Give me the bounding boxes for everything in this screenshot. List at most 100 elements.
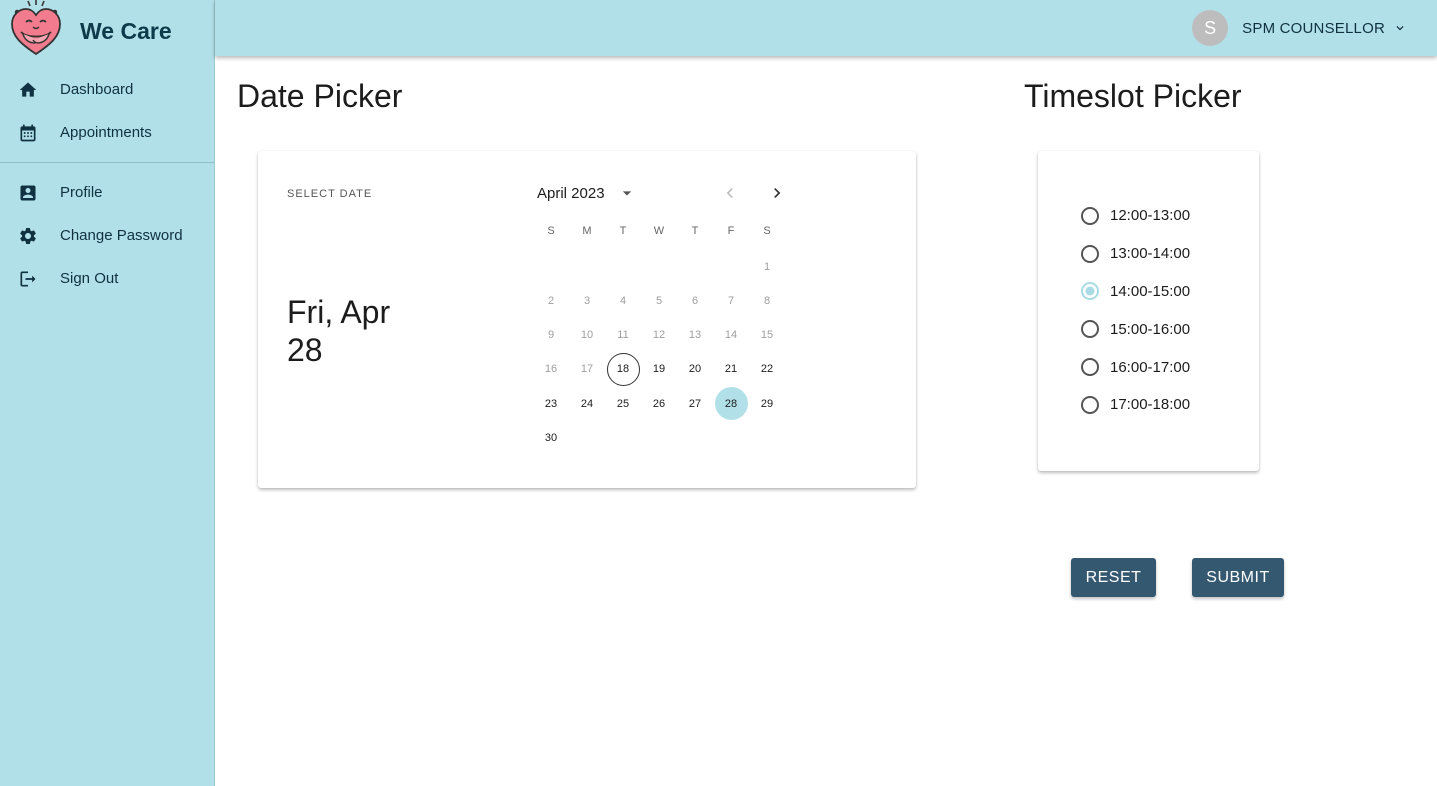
calendar-day: 12 [652,329,666,342]
calendar-day: 16 [544,363,558,376]
calendar-day[interactable]: 27 [679,387,712,420]
weekday-label: S [547,225,555,237]
brand: We Care [0,0,214,62]
calendar-grid: 1 2 3 4 5 6 7 8 9 10 11 12 13 14 15 16 17 18 19 20 21 22 23 24 2… [533,250,785,456]
calendar-day[interactable]: 21 [715,353,748,386]
calendar-day[interactable]: 25 [607,387,640,420]
empty-day-cell [533,250,569,284]
radio-unchecked-icon[interactable] [1080,395,1100,415]
timeslot-option[interactable]: 16:00-17:00 [1080,348,1190,386]
calendar-day: 7 [727,294,735,307]
month-label: April 2023 [537,184,605,202]
next-month-button[interactable] [764,180,790,206]
chevron-down-icon [1393,21,1407,35]
calendar-day: 15 [760,329,774,342]
timeslot-option[interactable]: 17:00-18:00 [1080,386,1190,424]
calendar-day: 3 [583,294,591,307]
sidebar-item-label: Appointments [60,124,152,141]
calendar-day[interactable]: 19 [643,353,676,386]
user-menu[interactable]: S SPM COUNSELLOR [1192,9,1407,47]
sidebar-nav-primary: Dashboard Appointments [0,62,214,154]
top-app-bar: S SPM COUNSELLOR [215,0,1437,56]
date-picker-heading: Date Picker [237,78,403,114]
calendar-day: 17 [580,363,594,376]
calendar-day-selected[interactable]: 28 [714,387,748,421]
sidebar-item-profile[interactable]: Profile [0,171,214,214]
calendar-day[interactable]: 22 [751,353,784,386]
brand-name: We Care [80,17,172,44]
calendar-day[interactable]: 26 [643,387,676,420]
timeslot-label: 17:00-18:00 [1110,396,1191,414]
radio-unchecked-icon[interactable] [1080,244,1100,264]
calendar-day: 1 [763,260,771,273]
empty-day-cell [641,250,677,284]
heart-mascot-logo [8,0,64,58]
calendar-day[interactable]: 24 [571,387,604,420]
timeslot-option[interactable]: 15:00-16:00 [1080,310,1190,348]
timeslot-option[interactable]: 13:00-14:00 [1080,235,1190,273]
empty-day-cell [713,250,749,284]
calendar-day-today[interactable]: 18 [606,352,640,386]
timeslot-option[interactable]: 14:00-15:00 [1080,273,1190,311]
weekday-label: T [691,225,699,237]
calendar-day: 2 [547,294,555,307]
weekday-label: S [763,225,771,237]
calendar-day: 4 [619,294,627,307]
sidebar-item-change-password[interactable]: Change Password [0,214,214,257]
sidebar-item-dashboard[interactable]: Dashboard [0,68,214,111]
timeslot-label: 14:00-15:00 [1110,282,1191,300]
chevron-right-icon [767,183,787,203]
weekday-header: SMTWTFS [533,219,785,243]
timeslot-picker-card: 12:00-13:00 13:00-14:00 14:00-15:00 15:00-1… [1038,151,1259,471]
sidebar: We Care Dashboard Appointments Profile C… [0,0,215,786]
date-picker-card: SELECT DATE Fri, Apr 28 April 2023 S M T W T… [258,151,916,488]
radio-unchecked-icon[interactable] [1080,319,1100,339]
timeslot-label: 15:00-16:00 [1110,320,1191,338]
home-icon [18,80,38,100]
gear-icon [18,226,38,246]
empty-day-cell [605,250,641,284]
sidebar-item-appointments[interactable]: Appointments [0,111,214,154]
radio-checked-icon[interactable] [1080,281,1100,301]
avatar: S [1192,10,1229,46]
month-selector[interactable]: April 2023 [537,180,637,206]
calendar-day: 6 [691,294,699,307]
calendar-day: 13 [688,329,702,342]
calendar-day: 11 [617,329,629,342]
weekday-label: T [619,225,627,237]
timeslot-label: 16:00-17:00 [1110,358,1191,376]
calendar-day: 14 [724,329,738,342]
calendar-day: 10 [580,329,594,342]
calendar-day[interactable]: 23 [535,387,568,420]
timeslot-option[interactable]: 12:00-13:00 [1080,197,1190,235]
submit-button[interactable]: SUBMIT [1192,558,1284,597]
reset-button[interactable]: RESET [1071,558,1156,597]
calendar-day[interactable]: 20 [679,353,712,386]
sidebar-nav-secondary: Profile Change Password Sign Out [0,171,214,300]
calendar-day: 8 [763,294,771,307]
sidebar-item-label: Change Password [60,227,183,244]
chevron-left-icon [720,183,740,203]
timeslot-label: 13:00-14:00 [1110,245,1191,263]
weekday-label: M [582,225,592,237]
calendar-day[interactable]: 30 [535,421,568,454]
timeslot-picker-heading: Timeslot Picker [1024,78,1242,114]
previous-month-button[interactable] [717,180,743,206]
profile-icon [18,183,38,203]
user-name: SPM COUNSELLOR [1242,19,1385,37]
sign-out-icon [18,269,38,289]
timeslot-label: 12:00-13:00 [1110,207,1191,225]
sidebar-item-label: Sign Out [60,270,119,287]
sidebar-item-sign-out[interactable]: Sign Out [0,257,214,300]
empty-day-cell [677,250,713,284]
weekday-label: F [727,225,735,237]
caret-down-icon[interactable] [617,183,637,203]
calendar-icon [18,123,38,143]
sidebar-divider [0,162,214,163]
calendar-day[interactable]: 29 [751,387,784,420]
radio-unchecked-icon[interactable] [1080,206,1100,226]
sidebar-item-label: Profile [60,184,103,201]
empty-day-cell [569,250,605,284]
radio-unchecked-icon[interactable] [1080,357,1100,377]
selected-date-display: Fri, Apr 28 [287,294,391,368]
